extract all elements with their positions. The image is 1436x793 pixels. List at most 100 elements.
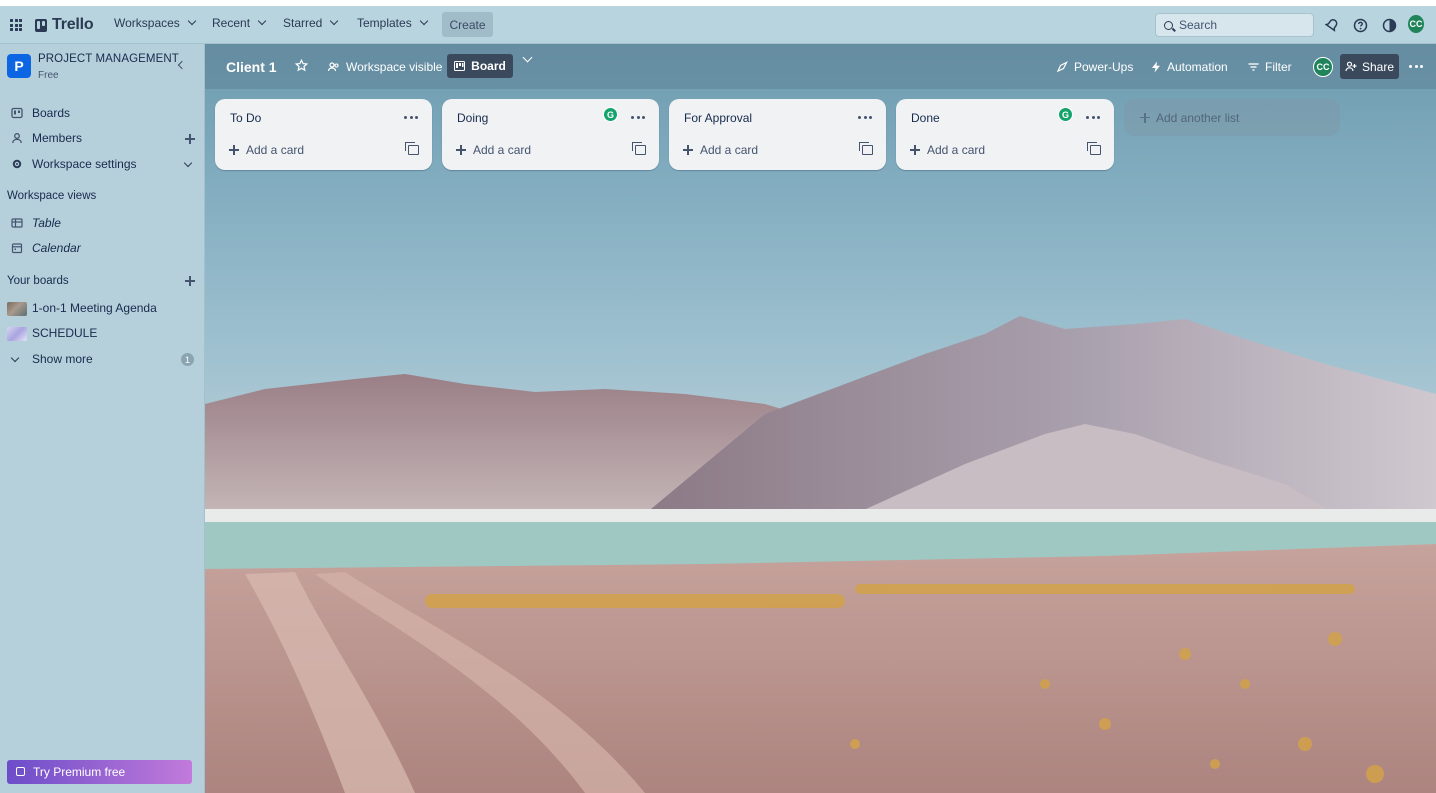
- board-canvas: Client 1 Workspace visible Board Power-U…: [205, 44, 1436, 793]
- plus-icon: [910, 145, 920, 155]
- gear-icon: [12, 159, 22, 169]
- templates-menu-label: Templates: [357, 16, 412, 30]
- add-another-list-button[interactable]: Add another list: [1124, 99, 1340, 136]
- sidebar-item-label: Table: [32, 216, 61, 230]
- add-card-button[interactable]: Add a card: [456, 143, 531, 157]
- list-actions-button[interactable]: [404, 116, 418, 119]
- add-card-button[interactable]: Add a card: [229, 143, 304, 157]
- chevron-down-icon: [419, 16, 428, 26]
- show-more-label: Show more: [32, 352, 93, 366]
- workspace-avatar[interactable]: P: [7, 54, 31, 78]
- starred-menu[interactable]: Starred: [283, 16, 339, 30]
- board-member-avatar[interactable]: CC: [1313, 57, 1333, 77]
- add-another-list-label: Add another list: [1156, 110, 1240, 125]
- workspace-name[interactable]: PROJECT MANAGEMENT: [38, 53, 179, 65]
- table-icon: [11, 218, 23, 228]
- list-title[interactable]: Doing: [457, 111, 488, 125]
- star-board-button[interactable]: [295, 59, 308, 72]
- chevron-down-icon: [257, 16, 267, 26]
- add-card-button[interactable]: Add a card: [910, 143, 985, 157]
- switch-view-dropdown[interactable]: [522, 52, 533, 63]
- add-member-icon[interactable]: [185, 134, 195, 144]
- list-doing[interactable]: Doing G Add a card: [442, 99, 659, 170]
- list-actions-button[interactable]: [1086, 116, 1100, 119]
- theme-contrast-icon[interactable]: [1381, 17, 1397, 33]
- chevron-down-icon: [330, 16, 339, 26]
- recent-menu[interactable]: Recent: [212, 16, 267, 30]
- more-options-icon: [1086, 116, 1100, 119]
- show-more-boards[interactable]: Show more 1: [0, 347, 205, 371]
- your-boards-heading: Your boards: [7, 275, 69, 287]
- list-title[interactable]: Done: [911, 111, 940, 125]
- create-button[interactable]: Create: [442, 12, 493, 37]
- member-icon: [12, 133, 22, 144]
- sidebar-item-boards[interactable]: Boards: [0, 101, 205, 125]
- search-box[interactable]: [1155, 13, 1314, 37]
- sidebar-item-label: 1-on-1 Meeting Agenda: [32, 301, 157, 315]
- premium-icon: [16, 767, 25, 776]
- create-from-template-icon[interactable]: [1087, 142, 1101, 155]
- sidebar-board-meeting-agenda[interactable]: 1-on-1 Meeting Agenda: [0, 296, 205, 320]
- boards-icon: [11, 107, 23, 119]
- add-person-icon: [1345, 61, 1357, 72]
- calendar-icon: [11, 243, 23, 254]
- sidebar-item-calendar[interactable]: Calendar: [0, 236, 205, 260]
- collapse-sidebar-icon[interactable]: [176, 60, 186, 70]
- trello-logo-icon: [35, 18, 47, 32]
- sidebar-item-workspace-settings[interactable]: Workspace settings: [0, 152, 205, 176]
- search-input[interactable]: [1179, 18, 1299, 32]
- board-title[interactable]: Client 1: [226, 59, 277, 75]
- power-ups-button[interactable]: Power-Ups: [1056, 60, 1133, 74]
- power-ups-label: Power-Ups: [1074, 60, 1134, 74]
- sidebar-item-label: Boards: [32, 106, 71, 120]
- list-actions-button[interactable]: [858, 116, 872, 119]
- list-title[interactable]: To Do: [230, 111, 261, 125]
- add-card-label: Add a card: [246, 143, 305, 157]
- recent-menu-label: Recent: [212, 16, 251, 30]
- list-title[interactable]: For Approval: [684, 111, 752, 125]
- sidebar-item-label: Calendar: [32, 241, 81, 255]
- board-view-button[interactable]: Board: [447, 54, 513, 78]
- grammarly-badge-icon[interactable]: G: [1058, 107, 1073, 122]
- add-card-button[interactable]: Add a card: [683, 143, 758, 157]
- filter-icon: [1248, 63, 1259, 71]
- more-options-icon: [1409, 65, 1423, 68]
- list-done[interactable]: Done G Add a card: [896, 99, 1114, 170]
- chevron-down-icon[interactable]: [183, 158, 193, 168]
- share-button[interactable]: Share: [1340, 54, 1399, 79]
- app-switcher-icon[interactable]: [10, 19, 22, 31]
- add-board-icon[interactable]: [185, 276, 195, 286]
- list-for-approval[interactable]: For Approval Add a card: [669, 99, 886, 170]
- notifications-bell-icon[interactable]: [1324, 17, 1340, 33]
- sidebar-item-label: Members: [32, 131, 83, 145]
- board-menu-button[interactable]: [1409, 65, 1423, 68]
- list-actions-button[interactable]: [631, 116, 645, 119]
- list-to-do[interactable]: To Do Add a card: [215, 99, 432, 170]
- help-icon[interactable]: [1352, 17, 1368, 33]
- create-from-template-icon[interactable]: [859, 142, 873, 155]
- workspace-visible-button[interactable]: Workspace visible: [327, 60, 442, 74]
- workspaces-menu[interactable]: Workspaces: [114, 16, 197, 30]
- grammarly-badge-icon[interactable]: G: [603, 107, 618, 122]
- sidebar-item-table[interactable]: Table: [0, 211, 205, 235]
- try-premium-button[interactable]: Try Premium free: [7, 760, 192, 784]
- create-from-template-icon[interactable]: [632, 142, 646, 155]
- workspace-plan: Free: [38, 70, 59, 81]
- create-from-template-icon[interactable]: [405, 142, 419, 155]
- filter-button[interactable]: Filter: [1248, 60, 1292, 74]
- plus-icon: [456, 145, 466, 155]
- sidebar-item-members[interactable]: Members: [0, 126, 205, 150]
- templates-menu[interactable]: Templates: [357, 16, 428, 30]
- trello-logo[interactable]: Trello: [35, 16, 94, 34]
- try-premium-label: Try Premium free: [33, 765, 126, 779]
- more-options-icon: [631, 116, 645, 119]
- user-avatar[interactable]: CC: [1408, 15, 1424, 33]
- chevron-down-icon: [10, 353, 20, 363]
- sidebar-board-schedule[interactable]: SCHEDULE: [0, 321, 205, 345]
- workspace-sidebar: P PROJECT MANAGEMENT Free Boards Members…: [0, 44, 205, 793]
- automation-button[interactable]: Automation: [1151, 60, 1228, 74]
- chevron-down-icon: [187, 16, 197, 26]
- sidebar-item-label: SCHEDULE: [32, 326, 98, 340]
- filter-label: Filter: [1265, 60, 1292, 74]
- board-thumbnail: [7, 302, 27, 316]
